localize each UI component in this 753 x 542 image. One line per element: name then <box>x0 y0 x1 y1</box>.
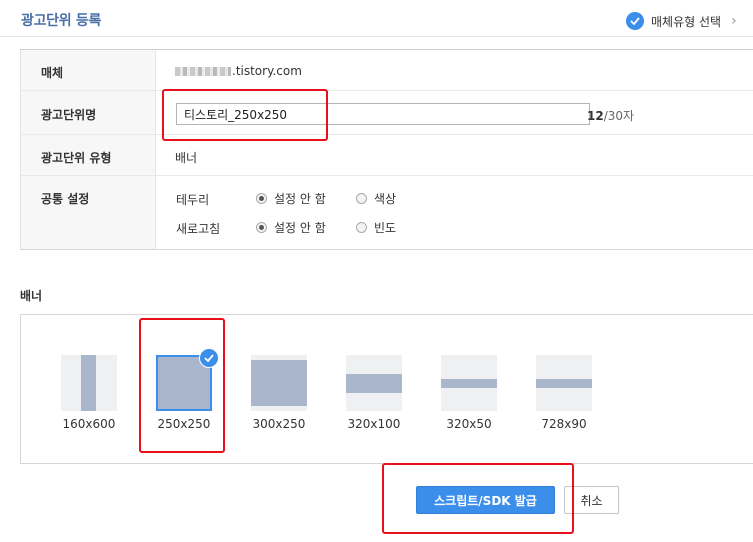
radio-label: 빈도 <box>374 221 397 235</box>
banner-section-title: 배너 <box>20 289 43 303</box>
ad-unit-type-label: 광고단위 유형 <box>41 151 112 165</box>
border-radio-off[interactable]: 설정 안 함 <box>256 190 326 207</box>
radio-label: 색상 <box>374 192 397 206</box>
radio-unchecked[interactable] <box>356 193 367 204</box>
redacted-domain <box>175 67 231 76</box>
size-option-728x90[interactable]: 728x90 <box>536 355 592 431</box>
char-limit: /30자 <box>603 109 635 123</box>
char-counter: 12/30자 <box>587 107 634 124</box>
chevron-right-icon: › <box>731 13 737 29</box>
refresh-radio-frequency[interactable]: 빈도 <box>356 219 396 236</box>
banner-size-picker: 160x600 250x250 300x250 320x100 320x50 7… <box>20 314 753 464</box>
size-thumbnail[interactable] <box>251 355 307 411</box>
radio-checked[interactable] <box>256 222 267 233</box>
header-divider <box>0 36 753 37</box>
size-option-250x250[interactable]: 250x250 <box>156 348 219 431</box>
media-domain-suffix: .tistory.com <box>232 64 302 78</box>
refresh-radio-off[interactable]: 설정 안 함 <box>256 219 326 236</box>
border-setting-label: 테두리 <box>176 193 210 207</box>
size-thumbnail[interactable] <box>441 355 497 411</box>
size-label: 250x250 <box>157 417 211 431</box>
row-divider <box>21 175 753 176</box>
size-label: 728x90 <box>541 417 587 431</box>
ad-unit-name-input[interactable] <box>176 103 590 125</box>
step-label: 매체유형 선택 <box>651 14 722 29</box>
size-label: 160x600 <box>62 417 116 431</box>
check-circle-icon <box>199 348 219 368</box>
size-label: 300x250 <box>252 417 306 431</box>
size-label: 320x100 <box>347 417 401 431</box>
issue-script-sdk-button[interactable]: 스크립트/SDK 발급 <box>416 486 555 514</box>
row-divider <box>21 90 753 91</box>
page-title: 광고단위 등록 <box>21 13 102 29</box>
media-label: 매체 <box>41 66 64 80</box>
size-label: 320x50 <box>446 417 492 431</box>
radio-label: 설정 안 함 <box>274 221 326 235</box>
check-circle-icon <box>626 12 644 30</box>
cancel-button[interactable]: 취소 <box>564 486 619 514</box>
ad-unit-name-label: 광고단위명 <box>41 108 97 122</box>
radio-label: 설정 안 함 <box>274 192 326 206</box>
ad-unit-type-value: 배너 <box>175 151 198 165</box>
size-thumbnail-selected[interactable] <box>156 348 219 411</box>
size-option-320x100[interactable]: 320x100 <box>346 355 402 431</box>
size-option-160x600[interactable]: 160x600 <box>61 355 117 431</box>
border-radio-color[interactable]: 색상 <box>356 190 396 207</box>
step-indicator[interactable]: 매체유형 선택 › <box>626 11 737 31</box>
radio-checked[interactable] <box>256 193 267 204</box>
radio-unchecked[interactable] <box>356 222 367 233</box>
char-count: 12 <box>587 109 604 123</box>
ad-unit-form: 매체 .tistory.com 광고단위명 12/30자 광고단위 유형 배너 … <box>20 49 753 250</box>
size-thumbnail[interactable] <box>346 355 402 411</box>
refresh-setting-label: 새로고침 <box>176 222 221 236</box>
size-option-300x250[interactable]: 300x250 <box>251 355 307 431</box>
media-value: .tistory.com <box>175 64 302 78</box>
size-thumbnail[interactable] <box>536 355 592 411</box>
size-thumbnail[interactable] <box>61 355 117 411</box>
size-option-320x50[interactable]: 320x50 <box>441 355 497 431</box>
row-divider <box>21 134 753 135</box>
common-settings-label: 공통 설정 <box>41 192 90 206</box>
